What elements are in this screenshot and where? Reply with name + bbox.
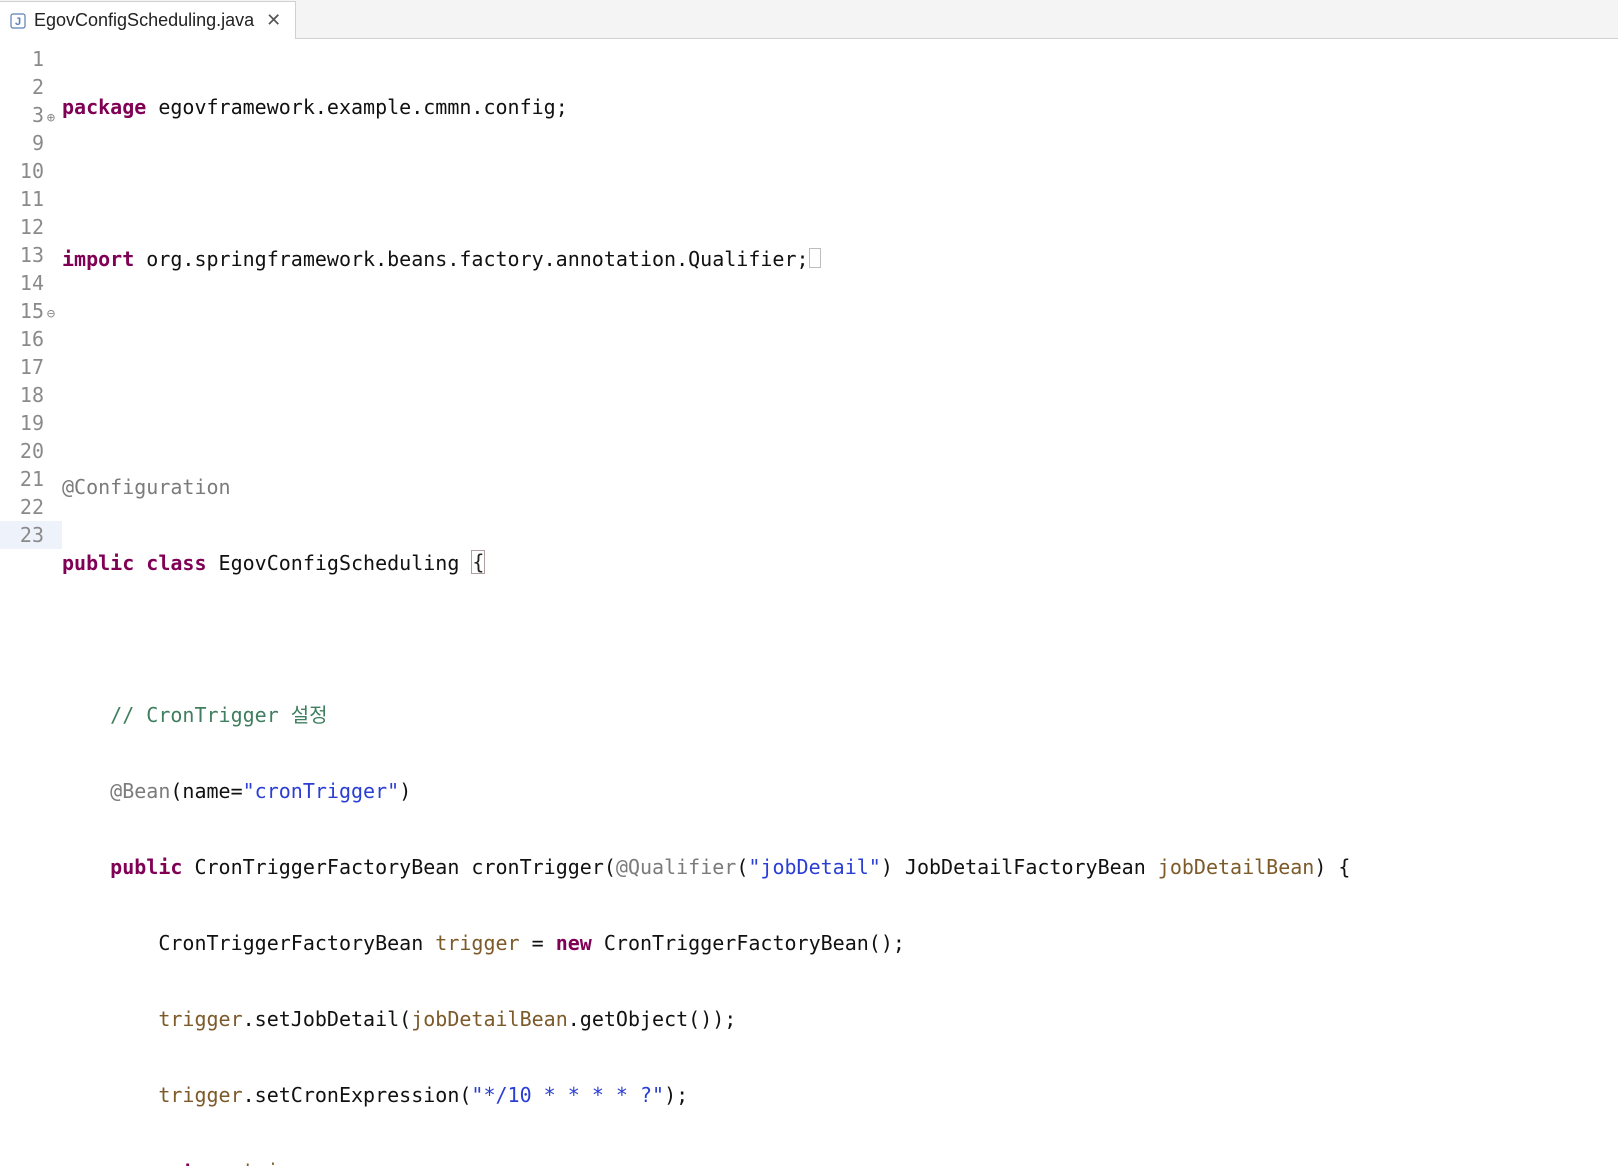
brace-highlight: { [471,550,485,574]
fold-marker[interactable] [44,409,62,437]
fold-marker[interactable] [44,157,62,185]
code-line[interactable] [62,625,1618,653]
code-line[interactable] [62,169,1618,197]
line-number: 18 [0,381,44,409]
fold-marker[interactable] [44,381,62,409]
fold-marker[interactable]: ⊕ [44,101,62,129]
java-file-icon: J [10,13,26,29]
fold-marker[interactable] [44,437,62,465]
line-number: 23 [0,521,44,549]
code-line[interactable]: CronTriggerFactoryBean trigger = new Cro… [62,929,1618,957]
code-line[interactable]: public class EgovConfigScheduling { [62,549,1618,577]
fold-marker[interactable] [44,185,62,213]
line-number: 21 [0,465,44,493]
tab-bar: J EgovConfigScheduling.java ✕ [0,0,1618,39]
fold-marker[interactable] [44,521,62,549]
line-number: 1 [0,45,44,73]
fold-marker[interactable] [44,325,62,353]
line-number: 11 [0,185,44,213]
line-number: 22 [0,493,44,521]
line-number: 19 [0,409,44,437]
svg-text:J: J [15,16,21,28]
fold-gutter: ⊕ ⊖ [44,45,62,1166]
line-number-gutter: 1 2 3 9 10 11 12 13 14 15 16 17 18 19 20… [0,45,44,1166]
code-editor: J EgovConfigScheduling.java ✕ 1 2 3 9 10… [0,0,1618,1166]
line-number: 17 [0,353,44,381]
source-code[interactable]: package egovframework.example.cmmn.confi… [62,45,1618,1166]
fold-marker[interactable] [44,45,62,73]
code-line[interactable]: @Configuration [62,473,1618,501]
code-line[interactable]: public CronTriggerFactoryBean cronTrigge… [62,853,1618,881]
line-number: 3 [0,101,44,129]
fold-marker[interactable]: ⊖ [44,297,62,325]
fold-marker[interactable] [44,213,62,241]
line-number: 14 [0,269,44,297]
line-number: 10 [0,157,44,185]
line-number: 9 [0,129,44,157]
code-line[interactable] [62,321,1618,349]
line-number: 13 [0,241,44,269]
line-number: 2 [0,73,44,101]
fold-marker[interactable] [44,493,62,521]
code-area[interactable]: 1 2 3 9 10 11 12 13 14 15 16 17 18 19 20… [0,39,1618,1166]
line-number: 16 [0,325,44,353]
code-line[interactable]: trigger.setCronExpression("*/10 * * * * … [62,1081,1618,1109]
code-line[interactable]: @Bean(name="cronTrigger") [62,777,1618,805]
code-line[interactable]: package egovframework.example.cmmn.confi… [62,93,1618,121]
fold-marker[interactable] [44,465,62,493]
fold-marker[interactable] [44,73,62,101]
fold-marker[interactable] [44,353,62,381]
code-line[interactable]: trigger.setJobDetail(jobDetailBean.getOb… [62,1005,1618,1033]
close-icon[interactable]: ✕ [266,10,281,31]
folded-marker-icon [809,248,821,268]
code-line[interactable]: // CronTrigger 설정 [62,701,1618,729]
line-number: 15 [0,297,44,325]
tab-filename: EgovConfigScheduling.java [34,10,254,31]
line-number: 20 [0,437,44,465]
fold-marker[interactable] [44,241,62,269]
code-line[interactable]: return trigger; [62,1157,1618,1166]
fold-marker[interactable] [44,269,62,297]
code-line[interactable]: import org.springframework.beans.factory… [62,245,1618,273]
fold-marker[interactable] [44,129,62,157]
line-number: 12 [0,213,44,241]
code-line[interactable] [62,397,1618,425]
editor-tab[interactable]: J EgovConfigScheduling.java ✕ [0,1,296,39]
